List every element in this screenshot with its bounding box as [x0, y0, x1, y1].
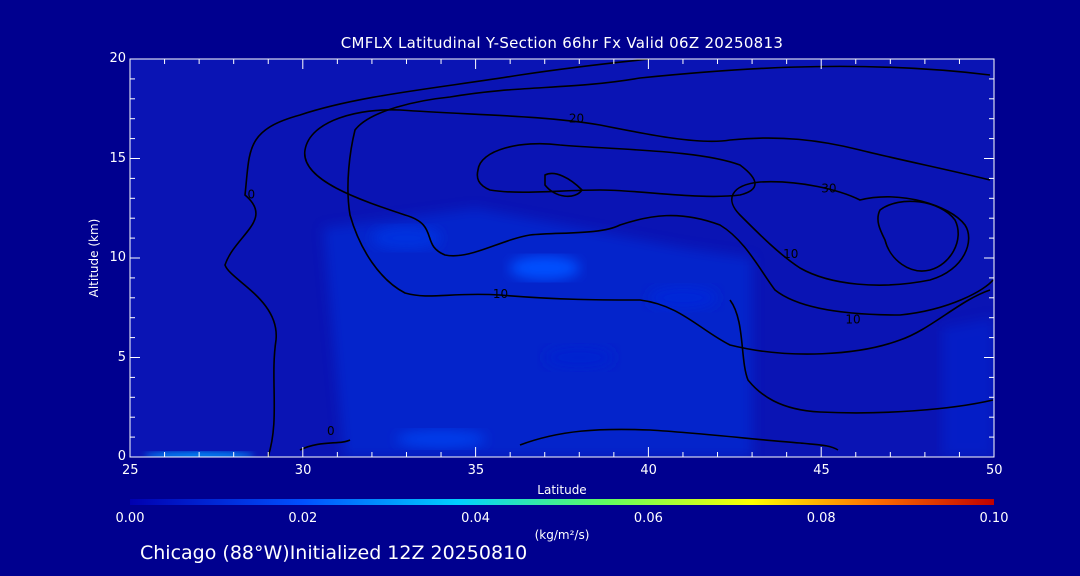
shaded-cell: [544, 345, 615, 370]
contour-label: 0: [327, 424, 335, 438]
x-tick-label: 40: [640, 463, 657, 478]
contour-label: 20: [569, 112, 584, 126]
shaded-column: [942, 317, 994, 457]
contour-label: 10: [493, 287, 508, 301]
y-tick-label: 0: [117, 449, 126, 464]
contour-label: 0: [248, 187, 256, 201]
contour-label: 30: [821, 181, 836, 195]
x-tick-label: 50: [986, 463, 1003, 478]
x-tick-label: 35: [467, 463, 485, 478]
contour-label: 10: [845, 313, 860, 327]
shaded-cell: [647, 285, 718, 310]
footer-info: Chicago (88°W)Initialized 12Z 20250810: [140, 542, 528, 564]
colorbar-tick-label: 0.06: [633, 511, 663, 526]
shaded-cell: [371, 226, 442, 251]
colorbar-units: (kg/m²/s): [534, 528, 590, 542]
y-tick-label: 5: [117, 349, 126, 365]
colorbar: [130, 499, 994, 505]
y-tick-label: 15: [109, 150, 126, 166]
shaded-cell: [396, 430, 487, 449]
x-axis-label: Latitude: [537, 483, 587, 497]
colorbar-tick-label: 0.10: [979, 511, 1009, 526]
colorbar-tick-label: 0.08: [806, 511, 836, 526]
y-tick-label: 10: [109, 250, 126, 265]
contour-label: 10: [783, 247, 798, 261]
colorbar-tick-label: 0.02: [288, 511, 318, 526]
shaded-cell: [509, 255, 580, 280]
y-tick-label: 20: [109, 51, 126, 66]
colorbar-tick-label: 0.04: [461, 511, 491, 526]
colorbar-tick-label: 0.00: [115, 511, 145, 526]
x-tick-label: 45: [813, 463, 830, 478]
x-tick-label: 30: [294, 463, 312, 478]
chart-title: CMFLX Latitudinal Y-Section 66hr Fx Vali…: [340, 34, 784, 52]
x-tick-label: 25: [122, 463, 139, 478]
